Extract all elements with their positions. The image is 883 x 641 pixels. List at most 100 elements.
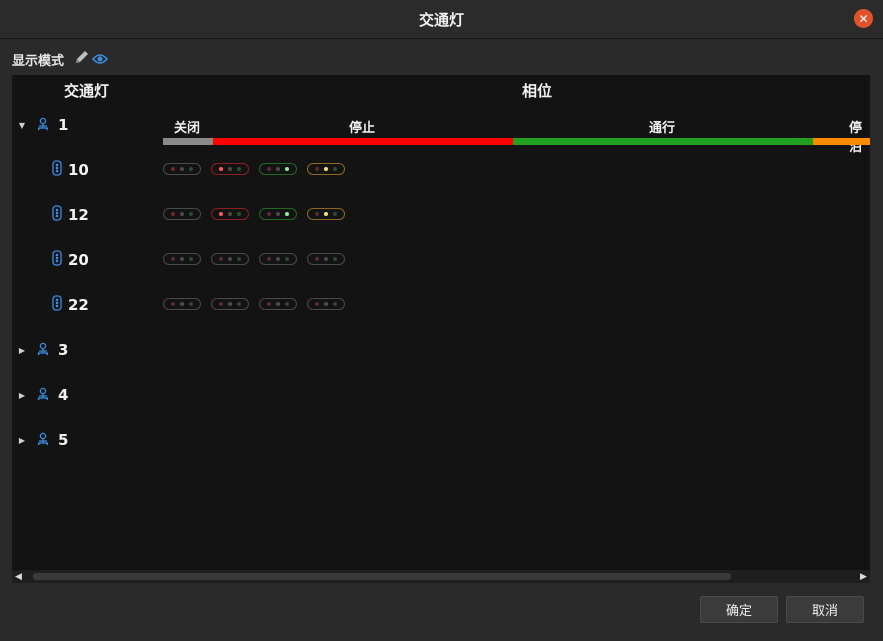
display-mode-label: 显示模式 — [12, 53, 65, 69]
eye-icon[interactable] — [91, 50, 109, 69]
lamp-dot — [324, 257, 328, 261]
lamp-indicator — [307, 208, 345, 220]
lamp-dot — [189, 167, 193, 171]
close-icon: ✕ — [858, 11, 869, 26]
tree-node-light[interactable]: 10 — [52, 158, 89, 182]
lamp-dot — [219, 167, 223, 171]
phase-label-stop: 停止 — [349, 121, 376, 136]
tree-node-group[interactable]: ▶ 4 — [16, 383, 69, 407]
lamp-dot — [219, 257, 223, 261]
tree-node-light[interactable]: 20 — [52, 248, 89, 272]
scroll-thumb[interactable] — [33, 573, 731, 580]
lamp-dot — [228, 212, 232, 216]
edit-icon[interactable] — [74, 49, 90, 69]
phase-bar-off — [163, 138, 213, 145]
chevron-right-icon[interactable]: ▶ — [16, 391, 28, 400]
chevron-down-icon[interactable]: ▼ — [16, 121, 28, 130]
lamp-dot — [189, 257, 193, 261]
lamp-dot — [171, 167, 175, 171]
lamp-indicator — [259, 163, 297, 175]
lamp-dot — [219, 212, 223, 216]
lamp-dot — [285, 212, 289, 216]
lamp-indicator — [307, 253, 345, 265]
phase-bar-park — [813, 138, 870, 145]
lamp-dot — [267, 167, 271, 171]
lamp-dot — [324, 212, 328, 216]
scroll-right-icon[interactable]: ▶ — [857, 570, 870, 583]
lamp-indicator — [211, 163, 249, 175]
phase-label-go: 通行 — [649, 121, 676, 136]
tree-node-label: 1 — [58, 116, 69, 134]
group-icon — [36, 386, 50, 405]
phase-bar-go — [513, 138, 813, 145]
lamp-dot — [237, 302, 241, 306]
tree-node-light[interactable]: 22 — [52, 293, 89, 317]
ok-button[interactable]: 确定 — [700, 596, 778, 623]
lamp-dot — [228, 302, 232, 306]
lamp-dot — [276, 302, 280, 306]
lamp-dot — [285, 302, 289, 306]
tree-node-label: 5 — [58, 431, 69, 449]
header-phase: 相位 — [522, 82, 553, 100]
chevron-right-icon[interactable]: ▶ — [16, 346, 28, 355]
lamp-indicator — [307, 163, 345, 175]
phase-bar-stop — [213, 138, 513, 145]
tree-node-label: 22 — [68, 296, 89, 314]
tree-node-group[interactable]: ▶ 5 — [16, 428, 69, 452]
tree-node-light[interactable]: 12 — [52, 203, 89, 227]
lamp-dot — [237, 212, 241, 216]
lamp-dot — [267, 257, 271, 261]
group-icon — [36, 116, 50, 135]
lamp-dot — [315, 302, 319, 306]
lamp-dot — [276, 167, 280, 171]
chevron-right-icon[interactable]: ▶ — [16, 436, 28, 445]
horizontal-scrollbar[interactable]: ◀ ▶ — [12, 569, 870, 583]
lamp-dot — [189, 302, 193, 306]
lamp-dot — [237, 167, 241, 171]
lamp-dot — [189, 212, 193, 216]
lamp-dot — [315, 212, 319, 216]
phase-label-off: 关闭 — [174, 121, 201, 136]
lamp-dot — [180, 167, 184, 171]
lamp-dot — [171, 257, 175, 261]
scroll-left-icon[interactable]: ◀ — [12, 570, 25, 583]
lamp-dot — [171, 302, 175, 306]
lamp-dot — [219, 302, 223, 306]
lamp-dot — [180, 257, 184, 261]
tree-node-label: 12 — [68, 206, 89, 224]
lamp-dot — [180, 212, 184, 216]
lamp-dot — [333, 302, 337, 306]
close-button[interactable]: ✕ — [854, 9, 873, 28]
tree-node-label: 4 — [58, 386, 69, 404]
cancel-button[interactable]: 取消 — [786, 596, 864, 623]
phase-label-park: 停泊 — [849, 121, 863, 155]
lamp-dot — [276, 257, 280, 261]
lamp-dot — [228, 257, 232, 261]
lamp-dot — [333, 212, 337, 216]
lamp-dot — [171, 212, 175, 216]
traffic-light-icon — [52, 295, 62, 315]
lamp-indicator — [163, 163, 201, 175]
lamp-indicator — [211, 208, 249, 220]
lamp-dot — [267, 212, 271, 216]
lamp-dot — [285, 257, 289, 261]
lamp-indicator — [163, 298, 201, 310]
traffic-light-icon — [52, 160, 62, 180]
lamp-dot — [324, 302, 328, 306]
lamp-indicator — [307, 298, 345, 310]
lamp-indicator — [259, 298, 297, 310]
lamp-indicator — [259, 208, 297, 220]
lamp-indicator — [211, 298, 249, 310]
tree-node-group[interactable]: ▶ 3 — [16, 338, 69, 362]
lamp-indicator — [163, 208, 201, 220]
lamp-dot — [324, 167, 328, 171]
window-title: 交通灯 — [418, 10, 464, 29]
tree-node-label: 20 — [68, 251, 89, 269]
lamp-dot — [228, 167, 232, 171]
lamp-indicator — [163, 253, 201, 265]
display-mode-row: 显示模式 — [12, 49, 109, 69]
tree-node-group[interactable]: ▼ 1 — [16, 113, 69, 137]
lamp-indicator — [211, 253, 249, 265]
group-icon — [36, 431, 50, 450]
lamp-dot — [315, 257, 319, 261]
